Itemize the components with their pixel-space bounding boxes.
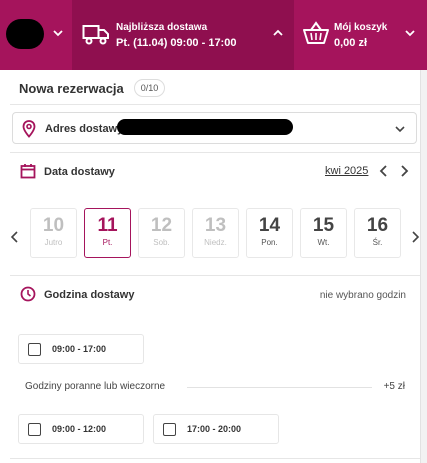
slot-checkbox[interactable]	[163, 423, 176, 436]
chevron-down-icon	[405, 30, 415, 37]
divider	[10, 104, 420, 105]
month-picker[interactable]: kwi 2025	[325, 165, 368, 177]
account-menu[interactable]	[0, 0, 72, 70]
divider	[10, 458, 420, 459]
next-days-button[interactable]	[410, 231, 420, 243]
clock-icon	[20, 286, 36, 302]
slot-label: 09:00 - 17:00	[52, 344, 107, 354]
reservation-panel: Nowa rezerwacja 0/10 Adres dostawy Data …	[0, 70, 420, 463]
slot-group-label: Godziny poranne lub wieczorne	[25, 381, 166, 392]
basket-icon	[303, 21, 329, 44]
day-number: 15	[312, 215, 335, 236]
slot-option[interactable]: 09:00 - 12:00	[18, 414, 144, 444]
hour-section-header: Godzina dostawy nie wybrano godzin	[20, 285, 410, 305]
date-label: Data dostawy	[44, 166, 115, 178]
date-section-header: Data dostawy kwi 2025	[20, 162, 410, 180]
day-number: 16	[366, 215, 389, 236]
cart-total: 0,00 zł	[334, 37, 368, 49]
day-13: 13 Niedz.	[192, 208, 239, 258]
hour-status: nie wybrano godzin	[319, 290, 406, 301]
delivery-title: Najbliższa dostawa	[116, 22, 208, 33]
slot-label: 17:00 - 20:00	[187, 424, 242, 434]
day-label: Sob.	[153, 238, 170, 247]
chevron-down-icon	[395, 126, 405, 133]
slot-checkbox[interactable]	[28, 343, 41, 356]
cart-title: Mój koszyk	[334, 22, 388, 33]
cart-menu[interactable]: Mój koszyk 0,00 zł	[294, 0, 427, 70]
address-dropdown[interactable]: Adres dostawy	[12, 112, 417, 144]
divider	[10, 152, 420, 153]
divider	[10, 275, 420, 276]
reservation-header: Nowa rezerwacja 0/10	[19, 79, 166, 97]
top-bar: Najbliższa dostawa Pt. (11.04) 09:00 - 1…	[0, 0, 427, 70]
day-label: Śr.	[372, 238, 383, 247]
delivery-slot: Pt. (11.04) 09:00 - 17:00	[116, 37, 237, 49]
truck-icon	[82, 25, 109, 45]
slot-group-price: +5 zł	[383, 381, 405, 392]
day-12: 12 Sob.	[138, 208, 185, 258]
chevron-up-icon	[273, 29, 283, 36]
scrollbar[interactable]	[420, 70, 427, 463]
reservation-counter: 0/10	[133, 79, 166, 97]
prev-days-button[interactable]	[10, 231, 20, 243]
slot-group-header: Godziny poranne lub wieczorne +5 zł	[25, 380, 405, 394]
day-16[interactable]: 16 Śr.	[354, 208, 401, 258]
day-number: 12	[150, 215, 173, 236]
slot-checkbox[interactable]	[28, 423, 41, 436]
day-11[interactable]: 11 Pt.	[84, 208, 131, 258]
day-number: 11	[97, 215, 118, 236]
day-label: Pon.	[261, 238, 278, 247]
day-15[interactable]: 15 Wt.	[300, 208, 347, 258]
location-pin-icon	[22, 120, 36, 138]
day-number: 14	[258, 215, 281, 236]
delivery-menu[interactable]: Najbliższa dostawa Pt. (11.04) 09:00 - 1…	[72, 0, 294, 70]
divider	[187, 387, 372, 388]
hour-label: Godzina dostawy	[44, 289, 135, 301]
day-selector: 10 Jutro 11 Pt. 12 Sob. 13 Niedz. 14 Pon…	[30, 208, 404, 258]
day-label: Niedz.	[204, 238, 227, 247]
slot-option[interactable]: 17:00 - 20:00	[153, 414, 279, 444]
calendar-icon	[20, 164, 36, 179]
slot-label: 09:00 - 12:00	[52, 424, 107, 434]
prev-month-button[interactable]	[378, 164, 390, 178]
day-number: 13	[204, 215, 227, 236]
reservation-title: Nowa rezerwacja	[19, 80, 124, 96]
next-month-button[interactable]	[398, 164, 410, 178]
day-label: Pt.	[102, 238, 113, 247]
day-label: Jutro	[44, 238, 63, 247]
redacted-account	[6, 19, 44, 49]
address-label: Adres dostawy	[45, 123, 124, 135]
redacted-address	[117, 119, 293, 135]
day-number: 10	[42, 215, 65, 236]
day-label: Wt.	[317, 238, 330, 247]
chevron-down-icon	[53, 30, 63, 37]
day-10: 10 Jutro	[30, 208, 77, 258]
day-14[interactable]: 14 Pon.	[246, 208, 293, 258]
slot-option[interactable]: 09:00 - 17:00	[18, 334, 144, 364]
